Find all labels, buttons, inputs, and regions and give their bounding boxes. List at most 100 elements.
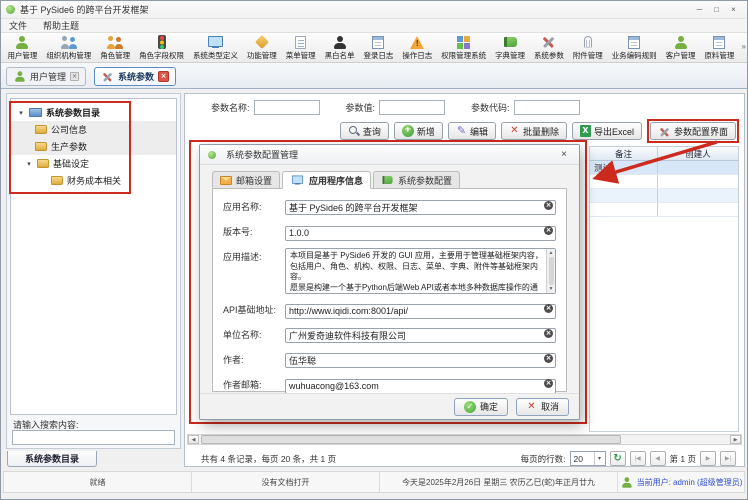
query-button[interactable]: 查询: [340, 122, 389, 140]
page-size-select[interactable]: 20: [570, 451, 606, 466]
tab-user-management[interactable]: 用户管理: [6, 67, 86, 86]
toolbar-system-type[interactable]: 系统类型定义: [189, 34, 243, 62]
chevron-down-icon: [594, 452, 605, 465]
clear-icon[interactable]: [544, 329, 553, 338]
edit-button[interactable]: 编辑: [448, 122, 496, 140]
toolbar-menu-management[interactable]: 菜单管理: [281, 34, 320, 62]
toolbar-dictionary[interactable]: 字典管理: [491, 34, 530, 62]
col-header-remark[interactable]: 备注: [590, 147, 658, 160]
dialog-close-icon[interactable]: [557, 149, 571, 160]
toolbar: 用户管理 组织机构管理 角色管理 角色字段权限 系统类型定义 功能管理 菜单管理…: [1, 33, 747, 63]
toolbar-role-field-permission[interactable]: 角色字段权限: [135, 34, 189, 62]
param-value-input[interactable]: [379, 100, 445, 115]
tab-close-icon[interactable]: [70, 72, 79, 81]
toolbar-overflow-icon[interactable]: [742, 42, 746, 51]
scrollbar-thumb[interactable]: [201, 435, 621, 444]
scroll-down-icon[interactable]: [549, 286, 554, 292]
export-excel-button[interactable]: 导出Excel: [572, 122, 642, 140]
version-input[interactable]: [285, 226, 556, 241]
first-page-button[interactable]: [630, 451, 646, 466]
tree-item-label: 财务成本相关: [67, 174, 121, 187]
last-page-button[interactable]: [720, 451, 736, 466]
toolbar-material-management[interactable]: 原料管理: [700, 34, 739, 62]
batch-delete-button[interactable]: 批量删除: [501, 122, 567, 140]
ok-button[interactable]: 确定: [454, 398, 508, 416]
company-input[interactable]: [285, 328, 556, 343]
prev-page-button[interactable]: [650, 451, 666, 466]
minimize-icon[interactable]: [691, 3, 708, 17]
dialog-tab-app-info[interactable]: 应用程序信息: [282, 171, 371, 189]
param-name-input[interactable]: [254, 100, 320, 115]
tree-item-label: 基础设定: [53, 157, 89, 170]
page-indicator: 第 1 页: [670, 453, 696, 465]
menu-file[interactable]: 文件: [1, 19, 35, 32]
clear-icon[interactable]: [544, 226, 553, 235]
tree-root-system-param-directory[interactable]: 系统参数目录: [11, 104, 176, 121]
tab-system-params[interactable]: 系统参数: [94, 67, 176, 86]
toolbar-permission-system[interactable]: 权限管理系统: [437, 34, 491, 62]
tools-icon: [542, 36, 555, 49]
dialog-tab-mail-settings[interactable]: 邮箱设置: [212, 171, 280, 189]
tab-close-icon[interactable]: [158, 71, 169, 82]
toolbar-organization[interactable]: 组织机构管理: [42, 34, 96, 62]
maximize-icon[interactable]: [708, 3, 725, 17]
col-header-creator[interactable]: 创建人: [658, 147, 738, 160]
clear-icon[interactable]: [544, 304, 553, 313]
toolbar-user-management[interactable]: 用户管理: [3, 34, 42, 62]
param-code-input[interactable]: [514, 100, 580, 115]
menu-help-theme[interactable]: 帮助主题: [35, 19, 87, 32]
record-summary: 共有 4 条记录，每页 20 条，共 1 页: [201, 453, 336, 465]
cancel-button[interactable]: 取消: [516, 398, 569, 416]
author-input[interactable]: [285, 353, 556, 368]
toolbar-login-log[interactable]: 登录日志: [359, 34, 398, 62]
tree-item-company-info[interactable]: 公司信息: [11, 121, 176, 138]
scroll-left-icon[interactable]: [188, 435, 199, 444]
tree-item-basic-settings[interactable]: 基础设定: [11, 155, 176, 172]
dialog-footer: 确定 取消: [200, 393, 579, 419]
refresh-button[interactable]: [610, 451, 626, 466]
user-icon: [621, 477, 631, 487]
table-row[interactable]: 测试: [590, 161, 738, 175]
param-config-ui-button[interactable]: 参数配置界面: [650, 122, 736, 140]
toolbar-code-rules[interactable]: 业务编码规则: [607, 34, 661, 62]
role-icon: [107, 36, 123, 49]
dialog-tab-system-param-config[interactable]: 系统参数配置: [373, 171, 460, 189]
toolbar-function-management[interactable]: 功能管理: [242, 34, 281, 62]
rows-per-page-label: 每页的行数:: [521, 453, 566, 465]
horizontal-scrollbar[interactable]: [187, 434, 742, 445]
toolbar-operation-log[interactable]: 操作日志: [398, 34, 437, 62]
table-row[interactable]: [590, 175, 738, 189]
textarea-scrollbar[interactable]: [546, 249, 555, 293]
table-row[interactable]: [590, 203, 738, 217]
author-email-input[interactable]: [285, 379, 556, 394]
next-page-button[interactable]: [700, 451, 716, 466]
app-logo-icon: [6, 5, 15, 14]
toolbar-attachments[interactable]: 附件管理: [568, 34, 607, 62]
sidebar-panel-tab[interactable]: 系统参数目录: [7, 451, 97, 467]
action-button-row: 查询 新增 编辑 批量删除 导出Excel 参数配置界面: [340, 120, 739, 142]
book-icon: [382, 176, 392, 184]
author-label: 作者:: [223, 351, 285, 369]
param-directory-tree: 系统参数目录 公司信息 生产参数 基础设定 财务成本相关: [10, 98, 177, 415]
material-list-icon: [713, 36, 725, 49]
toolbar-blacklist[interactable]: 黑白名单: [320, 34, 359, 62]
clear-icon[interactable]: [544, 379, 553, 388]
toolbar-role-management[interactable]: 角色管理: [96, 34, 135, 62]
sidebar-search-input[interactable]: [12, 430, 175, 445]
expander-icon[interactable]: [25, 160, 33, 168]
expander-icon[interactable]: [17, 109, 25, 117]
scroll-up-icon[interactable]: [549, 250, 554, 256]
tree-item-finance-cost[interactable]: 财务成本相关: [11, 172, 176, 189]
app-description-textarea[interactable]: 本项目是基于 PySide6 开发的 GUI 应用，主要用于管理基础框架内容，包…: [285, 248, 556, 294]
api-base-input[interactable]: [285, 304, 556, 319]
clear-icon[interactable]: [544, 354, 553, 363]
app-name-input[interactable]: [285, 200, 556, 215]
clear-icon[interactable]: [544, 201, 553, 210]
add-button[interactable]: 新增: [394, 122, 443, 140]
table-row[interactable]: [590, 189, 738, 203]
scroll-right-icon[interactable]: [730, 435, 741, 444]
toolbar-system-params[interactable]: 系统参数: [530, 34, 569, 62]
close-icon[interactable]: [725, 3, 742, 17]
tree-item-production-params[interactable]: 生产参数: [11, 138, 176, 155]
toolbar-customer-management[interactable]: 客户管理: [661, 34, 700, 62]
